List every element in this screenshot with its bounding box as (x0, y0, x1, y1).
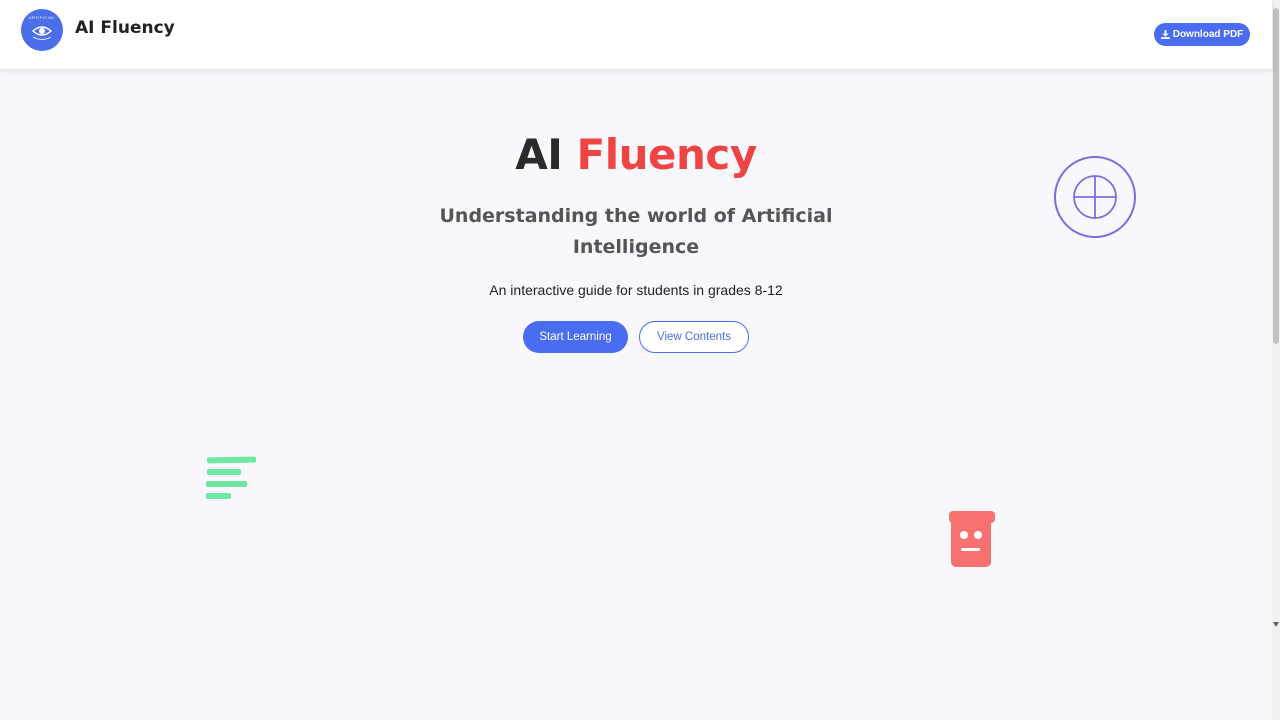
robot-icon (949, 511, 995, 567)
hero-description: An interactive guide for students in gra… (489, 282, 783, 298)
download-icon (1160, 30, 1170, 39)
logo[interactable]: ARTIFICIAL (21, 9, 63, 51)
scroll-down-icon[interactable] (1273, 622, 1279, 627)
start-learning-button[interactable]: Start Learning (523, 321, 628, 353)
scrollbar-thumb[interactable] (1273, 8, 1279, 344)
top-header: ARTIFICIAL AI Fluency Download PDF (0, 0, 1272, 69)
hero-title-part2: Fluency (576, 130, 758, 179)
download-pdf-button[interactable]: Download PDF (1154, 23, 1250, 46)
hero-subtitle: Understanding the world of Artificial In… (439, 205, 833, 258)
download-pdf-label: Download PDF (1172, 29, 1244, 40)
text-lines-icon (206, 456, 257, 499)
eye-icon (31, 26, 53, 40)
view-contents-button[interactable]: View Contents (639, 321, 749, 353)
hero-title-part1: AI (515, 130, 563, 179)
brand-name[interactable]: AI Fluency (75, 18, 175, 38)
globe-icon (1054, 156, 1136, 238)
